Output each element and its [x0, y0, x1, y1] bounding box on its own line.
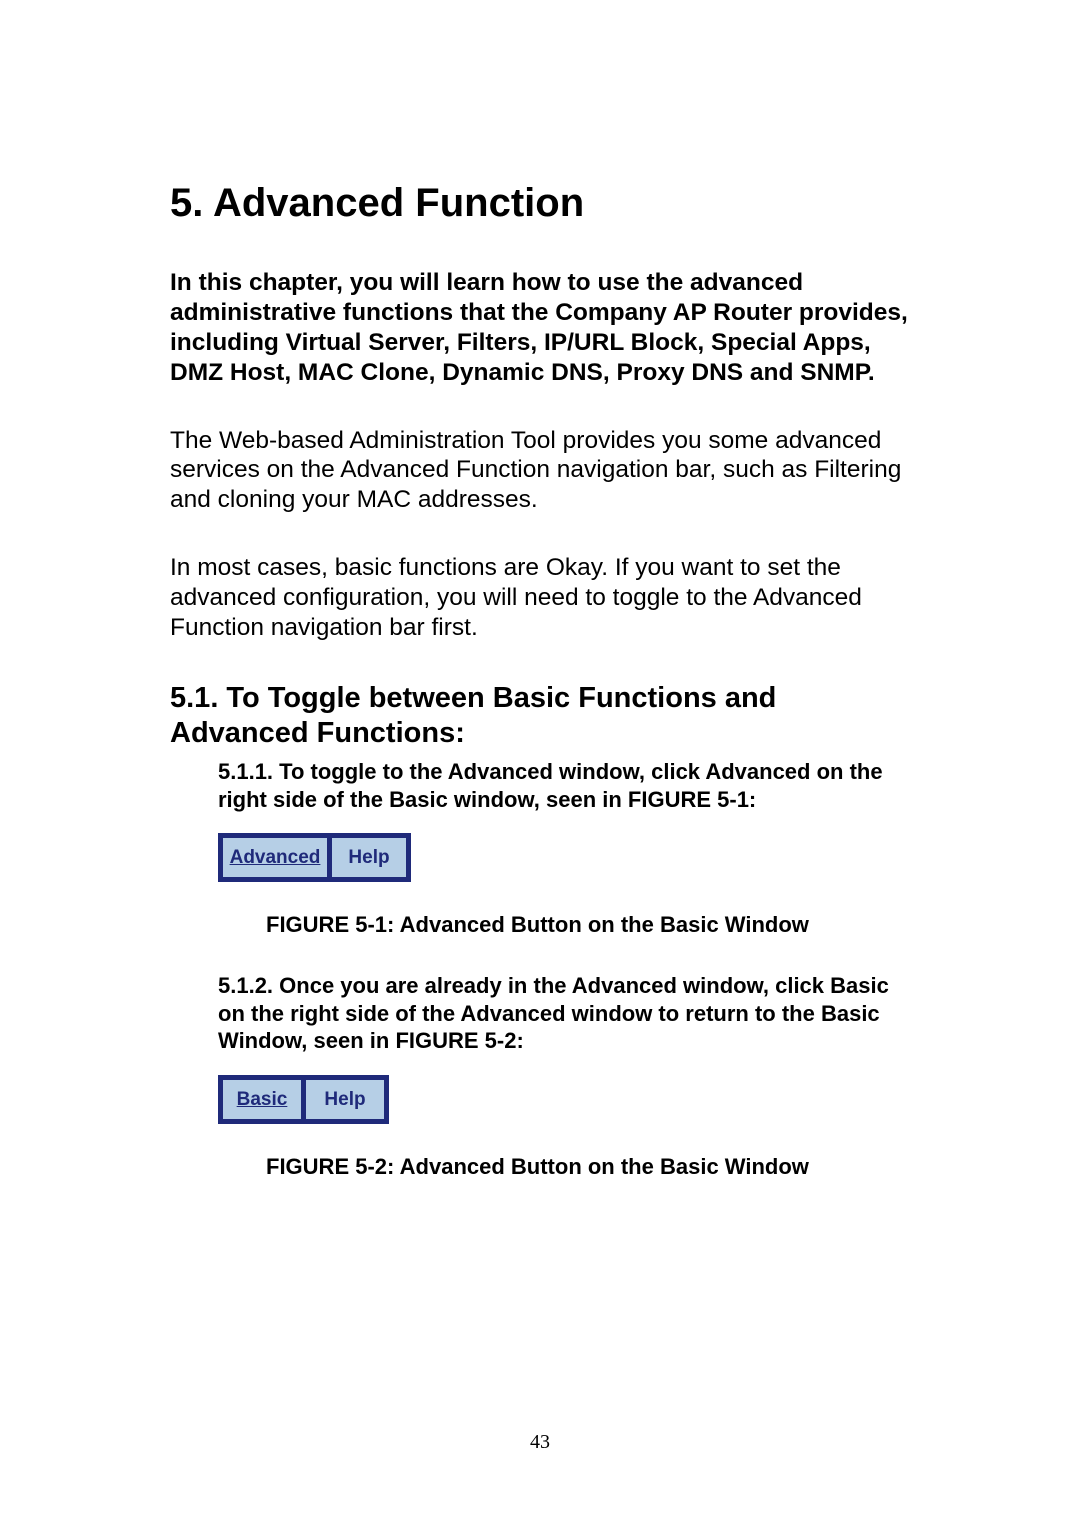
basic-button[interactable]: Basic	[223, 1080, 301, 1119]
figure-5-2-caption: FIGURE 5-2: Advanced Button on the Basic…	[266, 1154, 910, 1180]
document-page: 5. Advanced Function In this chapter, yo…	[0, 0, 1080, 1528]
section-5-1-title: 5.1. To Toggle between Basic Functions a…	[170, 681, 910, 751]
help-button[interactable]: Help	[306, 1080, 384, 1119]
figure-5-2-buttonbar: Basic Help	[218, 1075, 389, 1124]
chapter-intro: In this chapter, you will learn how to u…	[170, 268, 910, 388]
chapter-title: 5. Advanced Function	[170, 180, 910, 226]
chapter-paragraph-1: The Web-based Administration Tool provid…	[170, 426, 910, 516]
help-button[interactable]: Help	[332, 838, 406, 877]
section-5-1-body: 5.1.1. To toggle to the Advanced window,…	[170, 758, 910, 1180]
figure-5-1-buttonbar: Advanced Help	[218, 833, 411, 882]
content-column: 5. Advanced Function In this chapter, yo…	[170, 180, 910, 1180]
step-5-1-2: 5.1.2. Once you are already in the Advan…	[218, 972, 910, 1055]
figure-5-1-caption: FIGURE 5-1: Advanced Button on the Basic…	[266, 912, 910, 938]
page-number: 43	[0, 1431, 1080, 1454]
step-5-1-1: 5.1.1. To toggle to the Advanced window,…	[218, 758, 910, 813]
chapter-paragraph-2: In most cases, basic functions are Okay.…	[170, 553, 910, 643]
advanced-button[interactable]: Advanced	[223, 838, 327, 877]
